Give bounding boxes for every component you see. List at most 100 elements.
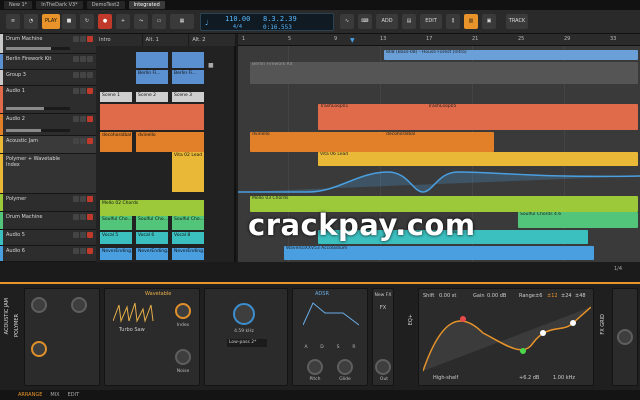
timeline-ruler[interactable]: 1 5 9 13 17 21 25 29 33 ▼: [238, 34, 640, 46]
playhead-icon[interactable]: ▼: [350, 37, 355, 44]
clip-slot[interactable]: Soulful Cho...: [136, 216, 168, 230]
clip-slot[interactable]: Scene 1: [100, 92, 132, 102]
arrange-icon[interactable]: ▥: [464, 14, 478, 29]
clip-slot[interactable]: Scene 3: [172, 92, 204, 102]
glide-knob[interactable]: [337, 359, 353, 375]
menu-icon[interactable]: ≡: [6, 14, 20, 29]
eq-curve-display[interactable]: [423, 303, 591, 373]
clip-slot[interactable]: Vita 02 Lead: [172, 152, 204, 192]
window-tab[interactable]: New 1*: [4, 1, 33, 9]
band-gain[interactable]: +6.2 dB: [519, 375, 539, 381]
clip-slot[interactable]: Vocal 5: [100, 232, 132, 244]
range-option[interactable]: ±12: [547, 293, 558, 299]
audio-clip[interactable]: Berlin Firework Kit: [250, 62, 638, 84]
window-tab-active[interactable]: Integrated: [128, 1, 165, 9]
clip-slot[interactable]: Soulful Cho...: [100, 216, 132, 230]
track-header[interactable]: Group 3: [0, 70, 96, 86]
automation-icon[interactable]: ⤳: [134, 14, 148, 29]
track-button[interactable]: TRACK: [506, 14, 528, 29]
audio-clip[interactable]: dvinello: [250, 132, 390, 152]
band-mode-select[interactable]: High-shelf: [433, 375, 458, 381]
clip-slot[interactable]: Mello 02 Chords: [100, 200, 204, 216]
expression-knob[interactable]: [31, 341, 47, 357]
mixer-icon[interactable]: ⫼: [446, 14, 460, 29]
noise-knob[interactable]: [175, 349, 191, 365]
scene-label[interactable]: Intro: [96, 34, 143, 46]
clip-slot[interactable]: NeverEnding...: [100, 248, 132, 260]
add-button[interactable]: ADD: [376, 14, 398, 29]
track-header[interactable]: Drum Machine: [0, 212, 96, 230]
clip-icon[interactable]: ▣: [482, 14, 496, 29]
clip-slot[interactable]: dvinello: [136, 132, 204, 152]
stop-clip-icon[interactable]: ■: [208, 62, 214, 69]
osc-knob[interactable]: [71, 297, 87, 313]
filter-mode-select[interactable]: Low-pass 2*: [227, 339, 267, 347]
clip-slot[interactable]: Scene 2: [136, 92, 168, 102]
scene-label[interactable]: Alt. 2: [189, 34, 237, 46]
track-header[interactable]: Audio 2: [0, 114, 96, 136]
automation-lane[interactable]: [238, 166, 640, 196]
track-header[interactable]: Polymer + Wavetable Index: [0, 154, 96, 194]
tap-icon[interactable]: ♩: [205, 19, 208, 27]
volume-fader[interactable]: [6, 107, 70, 110]
wavetable-preset[interactable]: Turbo Saw: [119, 327, 145, 333]
envelope-display[interactable]: [303, 301, 359, 327]
clip-slot[interactable]: Soulful Cho...: [172, 216, 204, 230]
clip-slot[interactable]: Vocal 6: [136, 232, 168, 244]
clip-slot[interactable]: [136, 52, 168, 68]
pitch-knob[interactable]: [307, 359, 323, 375]
edit-tab[interactable]: EDIT: [68, 392, 80, 398]
clip-slot[interactable]: [172, 52, 204, 68]
metronome-icon[interactable]: ◔: [24, 14, 38, 29]
index-knob[interactable]: [175, 303, 191, 319]
clip-slot[interactable]: NeverEnding...: [136, 248, 168, 260]
browser-icon[interactable]: ▤: [402, 14, 416, 29]
keyboard-icon[interactable]: ⌨: [358, 14, 372, 29]
shift-value[interactable]: 0.00 st: [439, 293, 456, 299]
audio-clip[interactable]: 808 (Bass-08) - House Forest (Intro): [384, 50, 638, 60]
track-header[interactable]: Berlin Firework Kit: [0, 54, 96, 70]
window-tab[interactable]: DemoTest2: [86, 1, 125, 9]
note-clip[interactable]: Soulful Chords 4.6: [518, 212, 638, 228]
wavetable-display[interactable]: [113, 301, 157, 325]
volume-fader[interactable]: [6, 129, 70, 132]
arrange-tab[interactable]: ARRANGE: [18, 392, 42, 398]
clip-slot[interactable]: decohoralbal: [100, 132, 132, 152]
grid-icon[interactable]: ▦: [170, 14, 194, 29]
new-fx-button[interactable]: New FX: [374, 293, 392, 298]
clip-slot[interactable]: Berlin Fi...: [136, 70, 168, 84]
mix-tab[interactable]: MIX: [50, 392, 59, 398]
audio-clip[interactable]: decohoralbal: [384, 132, 494, 152]
track-header[interactable]: Audio 5: [0, 230, 96, 246]
mod-knob[interactable]: [617, 329, 633, 345]
gain-value[interactable]: 0.00 dB: [487, 293, 506, 299]
range-option[interactable]: ±6: [535, 293, 542, 299]
stop-icon[interactable]: ■: [62, 14, 76, 29]
clip-slot[interactable]: Berlin Fi...: [172, 70, 204, 84]
record-icon[interactable]: ●: [98, 14, 112, 29]
punch-icon[interactable]: ▭: [152, 14, 166, 29]
track-header[interactable]: Audio 6: [0, 246, 96, 262]
audio-clip[interactable]: WaveIsoXXV53 Accoladium: [284, 246, 594, 260]
clip-slot[interactable]: NeverEnding...: [172, 248, 204, 260]
track-header[interactable]: Drum Machine: [0, 34, 96, 54]
waveform-icon[interactable]: ∿: [340, 14, 354, 29]
loop-icon[interactable]: ↻: [80, 14, 94, 29]
edit-button[interactable]: EDIT: [420, 14, 442, 29]
cutoff-knob[interactable]: [233, 303, 255, 325]
out-knob[interactable]: [375, 359, 391, 375]
time-signature[interactable]: 4/4: [233, 24, 242, 30]
zoom-display[interactable]: 1/4: [614, 266, 622, 272]
audio-clip[interactable]: TrashLoop01 TrashLoop05: [318, 104, 638, 130]
range-option[interactable]: ±48: [575, 293, 586, 299]
scene-label[interactable]: Alt. 1: [143, 34, 190, 46]
note-clip[interactable]: Vita 06 Lead: [318, 152, 638, 166]
track-header[interactable]: Acoustic Jam: [0, 136, 96, 154]
clip-slot[interactable]: [100, 104, 204, 130]
range-option[interactable]: ±24: [561, 293, 572, 299]
fx-button[interactable]: FX: [374, 305, 392, 311]
track-header[interactable]: Audio 1: [0, 86, 96, 114]
wave-knob[interactable]: [31, 297, 47, 313]
tempo-value[interactable]: 110.00: [225, 15, 250, 23]
track-header[interactable]: Polymer: [0, 194, 96, 212]
